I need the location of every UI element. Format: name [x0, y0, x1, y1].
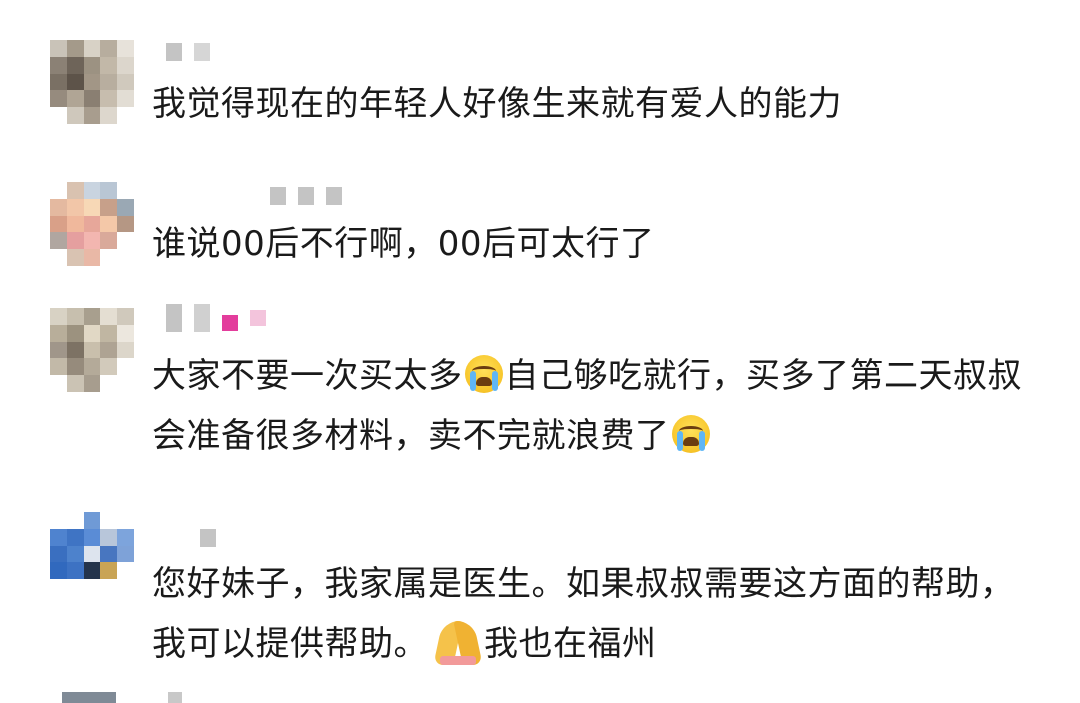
avatar[interactable]	[50, 40, 134, 124]
comment-item-4: 您好妹子，我家属是医生。如果叔叔需要这方面的帮助，我可以提供帮助。 我也在福州	[0, 512, 1080, 682]
avatar[interactable]	[50, 308, 134, 392]
username-masked[interactable]	[166, 42, 210, 62]
comment-text: 我觉得现在的年轻人好像生来就有爱人的能力	[152, 84, 842, 124]
comment-item-1: 我觉得现在的年轻人好像生来就有爱人的能力	[0, 40, 1080, 160]
next-comment-avatar-partial	[62, 692, 116, 703]
loudly-crying-face-icon	[671, 415, 710, 453]
comment-item-3: 大家不要一次买太多 自己够吃就行，买多了第二天叔叔会准备很多材料，卖不完就浪费了	[0, 304, 1080, 478]
avatar[interactable]	[50, 182, 134, 266]
comment-item-2: 谁说00后不行啊，00后可太行了	[0, 182, 1080, 292]
username-masked[interactable]	[270, 186, 342, 206]
comment-text-part2: 我也在福州	[484, 624, 657, 664]
loudly-crying-face-icon	[464, 355, 503, 393]
comment-text: 谁说00后不行啊，00后可太行了	[152, 224, 655, 264]
comment-text: 大家不要一次买太多 自己够吃就行，买多了第二天叔叔会准备很多材料，卖不完就浪费了	[152, 346, 1040, 466]
avatar[interactable]	[50, 512, 134, 596]
next-comment-username-partial	[168, 692, 182, 703]
username-masked[interactable]	[200, 528, 216, 548]
comment-text: 您好妹子，我家属是医生。如果叔叔需要这方面的帮助，我可以提供帮助。 我也在福州	[152, 554, 1040, 674]
username-masked[interactable]	[166, 304, 266, 332]
folded-hands-icon	[436, 619, 480, 665]
comment-text-part1: 大家不要一次买太多	[152, 356, 463, 396]
